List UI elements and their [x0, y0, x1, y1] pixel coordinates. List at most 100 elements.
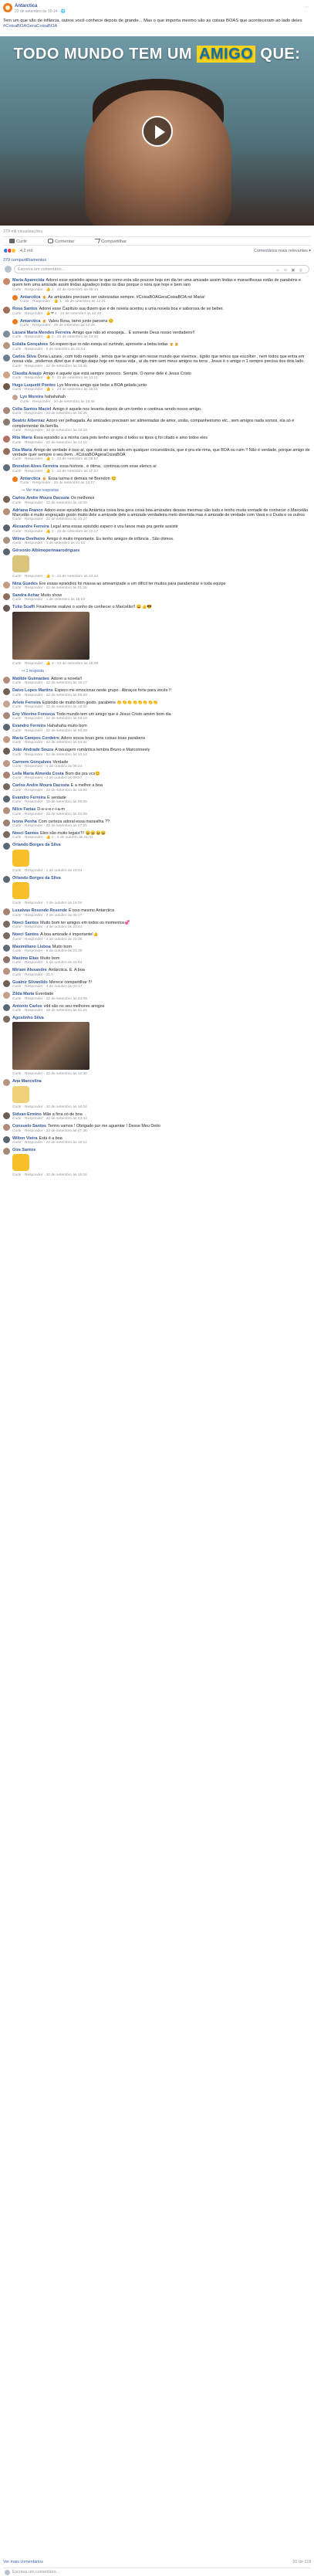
commenter-avatar[interactable]: [3, 724, 10, 731]
comment-actions[interactable]: Curtir · Responder · 4 de outubro às 00:…: [12, 985, 311, 989]
commenter-avatar[interactable]: [12, 318, 18, 324]
commenter-avatar[interactable]: [3, 783, 10, 791]
commenter-avatar[interactable]: [3, 1124, 10, 1132]
commenter-name[interactable]: Lys Moreira: [20, 395, 43, 399]
view-replies-link[interactable]: ↪ 1 resposta: [22, 669, 311, 674]
commenter-avatar[interactable]: [3, 536, 10, 544]
commenter-avatar[interactable]: [3, 581, 10, 589]
commenter-avatar[interactable]: [3, 331, 10, 338]
commenter-avatar[interactable]: [3, 772, 10, 779]
commenter-avatar[interactable]: [3, 1003, 10, 1011]
comment-actions[interactable]: Curtir · Responder · 5 de outubro às 21:…: [12, 961, 311, 966]
comment-actions[interactable]: Curtir · Responder · 22 de setembro às 0…: [12, 586, 311, 591]
commenter-name[interactable]: Alexandre Ferreira: [12, 524, 49, 529]
commenter-avatar[interactable]: [3, 700, 10, 708]
comment-actions[interactable]: Curtir · Responder · 1 de outubro às 16:…: [12, 869, 311, 874]
comment-actions[interactable]: Curtir · Responder · 22 de setembro às 0…: [12, 1129, 311, 1134]
comment-actions[interactable]: Curtir · Responder · 25 de setembro às 1…: [20, 481, 311, 486]
comment-actions[interactable]: Curtir · Responder · 22 de setembro às 1…: [12, 1072, 311, 1077]
commenter-avatar[interactable]: [3, 992, 10, 1000]
comment-actions[interactable]: Curtir · Responder · 👍 1 · 25 de setembr…: [20, 300, 311, 304]
comment-actions[interactable]: Curtir · Responder · 22 de setembro às 0…: [12, 694, 311, 698]
comment-actions[interactable]: Curtir · Responder · 21 h: [12, 973, 311, 978]
commenter-avatar[interactable]: [3, 831, 10, 839]
share-count[interactable]: 379 compartilhamentos: [3, 258, 46, 263]
commenter-avatar[interactable]: [3, 383, 10, 391]
comment-actions[interactable]: Curtir · Responder · 1 de setembro às 21…: [12, 541, 311, 546]
commenter-name[interactable]: Adriana Franco: [12, 508, 43, 513]
comments-filter-dropdown[interactable]: Comentários mais relevantes ▾: [254, 249, 311, 253]
commenter-avatar[interactable]: [3, 748, 10, 755]
sticker-image[interactable]: [12, 1085, 29, 1103]
commenter-name[interactable]: Evandro Ferreira: [12, 724, 46, 728]
commenter-avatar[interactable]: [3, 342, 10, 350]
comment-actions[interactable]: Curtir · Responder · 22 de setembro às 0…: [12, 717, 311, 721]
commenter-name[interactable]: Rita Maria: [12, 436, 32, 440]
commenter-avatar[interactable]: [3, 920, 10, 928]
commenter-name[interactable]: Carlos Andre Moura Dacosta: [12, 783, 69, 788]
commenter-name[interactable]: Carlos Andre Moura Dacosta: [12, 496, 69, 501]
comment-actions[interactable]: Curtir · Responder · 👍 1 · 22 de setembr…: [12, 288, 311, 293]
commenter-name[interactable]: Nilce Farias: [12, 807, 35, 812]
commenter-avatar[interactable]: [3, 676, 10, 684]
commenter-name[interactable]: Déa Maria: [12, 448, 32, 453]
commenter-name[interactable]: Maria Campos Cordeiro: [12, 736, 59, 741]
comment-actions[interactable]: Curtir · Responder · 22 de setembro às 0…: [12, 412, 311, 416]
commenter-avatar[interactable]: [3, 1135, 10, 1143]
comment-input[interactable]: Escreva um comentário... ☺ ⊙ ▣ ◎: [14, 265, 309, 273]
commenter-name[interactable]: Antarctica: [20, 319, 40, 324]
commenter-avatar[interactable]: [3, 843, 10, 850]
reaction-icons[interactable]: [3, 248, 16, 255]
commenter-name[interactable]: Carlos Silva: [12, 355, 36, 359]
commenter-avatar[interactable]: [3, 406, 10, 414]
view-more-comments-link[interactable]: Ver mais comentários: [3, 2560, 43, 2564]
commenter-avatar[interactable]: [3, 436, 10, 443]
commenter-name[interactable]: João Andrade Souza: [12, 748, 53, 752]
commenter-avatar[interactable]: [12, 395, 18, 401]
commenter-avatar[interactable]: [3, 944, 10, 952]
comment-actions[interactable]: Curtir · Responder · 22 de setembro às 1…: [12, 518, 311, 522]
comment-actions[interactable]: Curtir · Responder · 22 de setembro às 2…: [12, 813, 311, 817]
comment-actions[interactable]: Curtir · Responder · 22 de setembro às 1…: [12, 1141, 311, 1145]
commenter-avatar[interactable]: [3, 979, 10, 987]
comment-actions[interactable]: Curtir · Responder · 1 de setembro às 16…: [12, 598, 311, 602]
comment-actions[interactable]: Curtir · Responder · 👍 1 · 24 de setembr…: [12, 470, 311, 474]
commenter-avatar[interactable]: [3, 496, 10, 504]
footer-comment-input[interactable]: Escreva um comentário...: [12, 2570, 59, 2574]
sticker-image[interactable]: [12, 882, 29, 900]
commenter-avatar[interactable]: [12, 294, 18, 300]
commenter-name[interactable]: Evandro Ferreira: [12, 796, 46, 800]
reaction-count[interactable]: 4,2 mil: [20, 249, 32, 253]
commenter-name[interactable]: Antarctica: [20, 477, 40, 481]
view-replies-link[interactable]: ↪ Ver mais respostas: [22, 488, 311, 494]
comment-actions[interactable]: Curtir · Responder · 5 de outubro às 21:…: [12, 949, 311, 954]
commenter-name[interactable]: Beatriz Albernaz: [12, 419, 45, 423]
comment-actions[interactable]: Curtir · Responder · 5 de setembro às 22…: [12, 348, 311, 352]
commenter-name[interactable]: Antonio Carlos: [12, 1004, 42, 1009]
sticker-image[interactable]: [12, 1154, 29, 1172]
comment-actions[interactable]: Curtir · Responder · 25 de setembro às 1…: [20, 324, 311, 328]
comment-actions[interactable]: Curtir · Responder · 22 de setembro às 1…: [12, 501, 311, 506]
composer-tool-icons[interactable]: ☺ ⊙ ▣ ◎: [275, 268, 304, 273]
page-avatar[interactable]: [3, 3, 12, 12]
commenter-name[interactable]: Maria Aparecida: [12, 278, 44, 283]
commenter-avatar[interactable]: [3, 371, 10, 378]
commenter-avatar[interactable]: [3, 592, 10, 600]
commenter-avatar[interactable]: [3, 795, 10, 803]
comment-actions[interactable]: Curtir · Responder · 22 de setembro às 0…: [12, 729, 311, 734]
commenter-name[interactable]: Arlete Ferreira: [12, 701, 41, 705]
comment-actions[interactable]: Curtir · Responder · 👍 1 · 24 de setembr…: [12, 388, 311, 392]
comment-button[interactable]: Comentar: [48, 239, 74, 244]
commenter-avatar[interactable]: [3, 605, 10, 613]
commenter-name[interactable]: Orlando Borges da Silva: [12, 843, 61, 847]
commenter-avatar[interactable]: [3, 712, 10, 719]
commenter-avatar[interactable]: [3, 507, 10, 515]
commenter-name[interactable]: Orlando Borges da Silva: [12, 876, 61, 881]
comment-actions[interactable]: Curtir · Responder · 22 de setembro às 1…: [12, 365, 311, 369]
comment-actions[interactable]: Curtir · Responder · 22 de setembro às 1…: [12, 705, 311, 710]
page-name[interactable]: Antarctica: [15, 4, 37, 8]
post-options-icon[interactable]: ···: [304, 5, 309, 10]
commenter-name[interactable]: Gérsonio Albimoperinaarodrigues: [12, 548, 79, 553]
commenter-name[interactable]: Matilde Guimarães: [12, 677, 49, 681]
comment-actions[interactable]: Curtir · Responder · 👍 1 · 23 de setembr…: [12, 457, 311, 462]
